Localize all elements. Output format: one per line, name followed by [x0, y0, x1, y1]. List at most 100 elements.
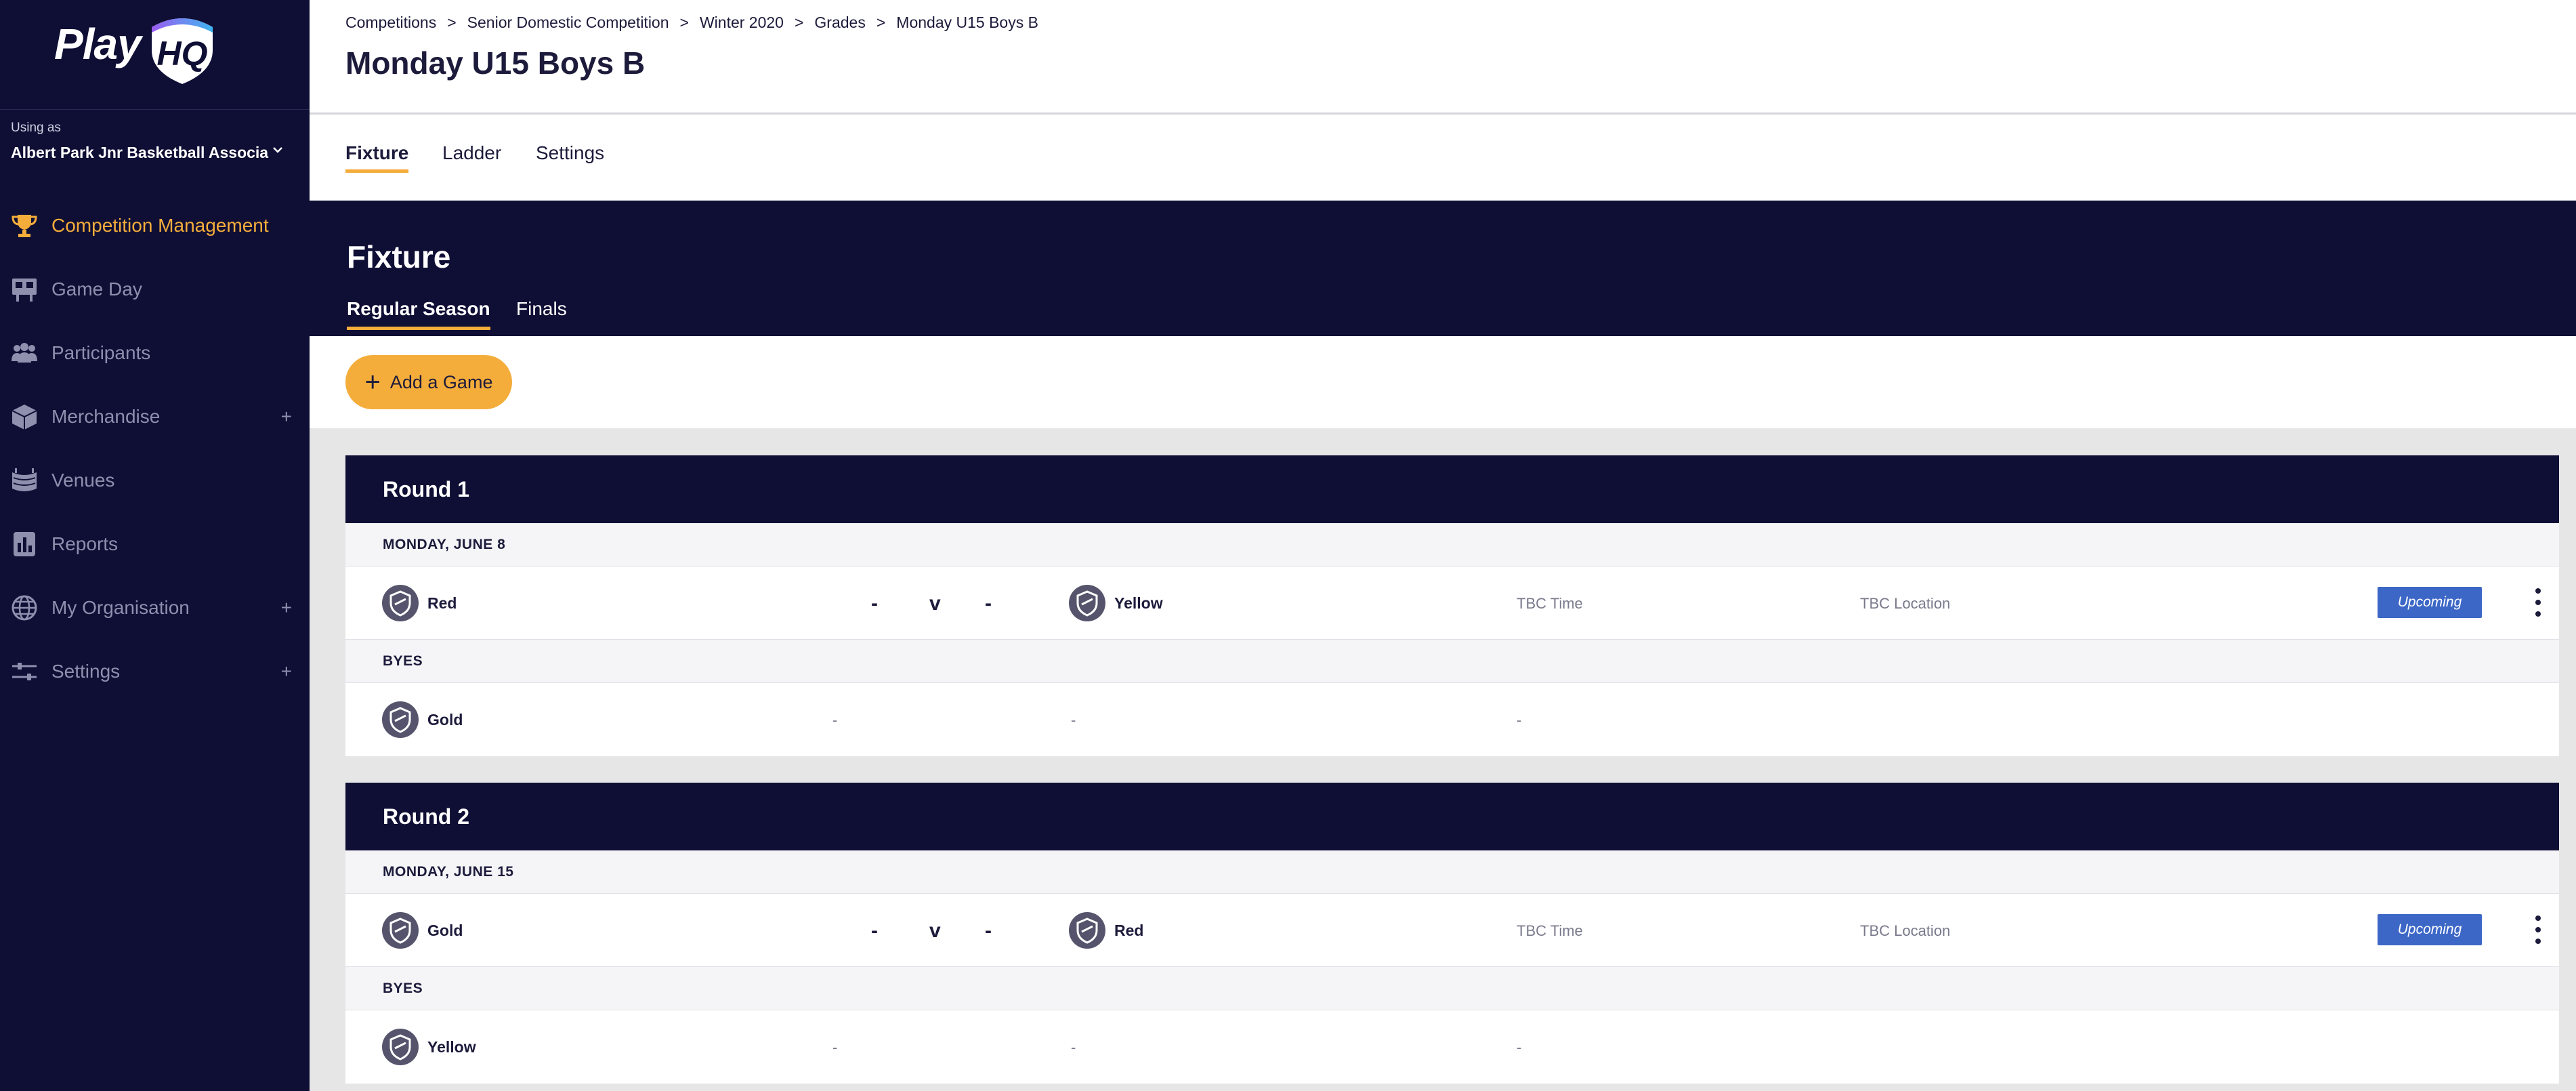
playhq-logo[interactable]: Play HQ	[0, 0, 310, 110]
sidebar-item-venues[interactable]: Venues	[0, 449, 310, 512]
globe-icon	[12, 595, 37, 621]
fixture-header: Fixture Regular Season Finals	[310, 201, 2576, 336]
team-shield-icon	[1069, 585, 1105, 621]
logo-text: Play	[54, 20, 142, 68]
tab-settings[interactable]: Settings	[536, 142, 604, 169]
tab-fixture[interactable]: Fixture	[345, 142, 409, 173]
home-team: Red	[381, 584, 457, 622]
bye-placeholder: -	[1517, 1039, 1522, 1056]
people-icon	[12, 343, 37, 363]
game-location: TBC Location	[1860, 595, 1951, 612]
breadcrumb-link-senior-domestic[interactable]: Senior Domestic Competition	[467, 14, 669, 32]
byes-header: BYES	[345, 640, 2559, 683]
tab-regular-season[interactable]: Regular Season	[347, 298, 490, 330]
round-date: MONDAY, JUNE 8	[345, 523, 2559, 567]
away-team-name: Red	[1114, 921, 1144, 939]
org-switcher[interactable]: Using as Albert Park Jnr Basketball Asso…	[11, 121, 299, 175]
game-time: TBC Time	[1517, 595, 1583, 612]
using-as-caption: Using as	[11, 121, 61, 135]
hq-badge-icon: HQ	[152, 18, 213, 84]
team-shield-icon	[382, 701, 419, 738]
home-team-name: Red	[427, 594, 457, 612]
box-icon	[12, 405, 37, 430]
add-game-label: Add a Game	[389, 371, 493, 392]
versus-label: v	[929, 920, 941, 942]
away-team-name: Yellow	[1114, 594, 1163, 612]
breadcrumb: Competitions > Senior Domestic Competiti…	[345, 14, 1038, 32]
round-title: Round 2	[345, 783, 2559, 850]
sidebar-item-label: Venues	[51, 470, 115, 491]
more-options-icon[interactable]	[2533, 588, 2543, 619]
fixture-toolbar: + Add a Game	[310, 336, 2576, 428]
page-header: Competitions > Senior Domestic Competiti…	[310, 0, 2576, 114]
breadcrumb-separator: >	[447, 14, 457, 31]
sidebar-item-settings[interactable]: Settings +	[0, 640, 310, 703]
away-score: -	[985, 592, 992, 615]
sidebar-item-participants[interactable]: Participants	[0, 321, 310, 385]
home-score: -	[871, 920, 878, 942]
sidebar-nav: Competition Management Game Day Particip…	[0, 194, 310, 703]
bye-placeholder: -	[832, 712, 838, 728]
grade-tabs: Fixture Ladder Settings	[310, 115, 2576, 201]
stadium-icon	[12, 468, 37, 491]
sliders-icon	[12, 663, 37, 680]
reports-icon	[14, 532, 35, 556]
plus-icon: +	[364, 367, 381, 397]
round-date: MONDAY, JUNE 15	[345, 850, 2559, 894]
team-shield-icon	[1069, 912, 1105, 949]
expand-plus-icon[interactable]: +	[281, 597, 292, 619]
svg-text:HQ: HQ	[157, 35, 208, 73]
game-row[interactable]: Gold - v - Red TBC Time TBC Location Upc…	[345, 894, 2559, 967]
sidebar-item-label: Reports	[51, 533, 119, 554]
bye-row: Gold - - -	[345, 683, 2559, 756]
versus-label: v	[929, 592, 941, 615]
sidebar-item-game-day[interactable]: Game Day	[0, 258, 310, 321]
sidebar-item-label: Participants	[51, 342, 151, 363]
breadcrumb-link-grades[interactable]: Grades	[814, 14, 865, 32]
bye-placeholder: -	[1071, 1039, 1076, 1056]
tab-finals[interactable]: Finals	[516, 298, 567, 327]
bye-team: Yellow	[381, 1028, 476, 1066]
sidebar-item-competition-management[interactable]: Competition Management	[0, 194, 310, 258]
scoreboard-icon	[12, 279, 37, 302]
status-badge: Upcoming	[2378, 587, 2482, 618]
byes-header: BYES	[345, 967, 2559, 1010]
game-row[interactable]: Red - v - Yellow TBC Time TBC Location U…	[345, 567, 2559, 640]
bye-team: Gold	[381, 701, 463, 739]
sidebar-item-label: Merchandise	[51, 406, 161, 427]
sidebar-item-label: My Organisation	[51, 597, 190, 618]
bye-placeholder: -	[1071, 712, 1076, 728]
app-root: Play HQ Using as Albert Park Jnr Basketb…	[0, 0, 2576, 1091]
breadcrumb-link-competitions[interactable]: Competitions	[345, 14, 436, 32]
expand-plus-icon[interactable]: +	[281, 406, 292, 428]
sidebar-item-label: Settings	[51, 661, 121, 682]
away-team: Red	[1068, 911, 1143, 949]
game-location: TBC Location	[1860, 922, 1951, 939]
team-shield-icon	[382, 1029, 419, 1065]
away-score: -	[985, 920, 992, 942]
add-game-button[interactable]: + Add a Game	[345, 355, 512, 409]
sidebar-item-my-organisation[interactable]: My Organisation +	[0, 576, 310, 640]
chevron-down-icon	[273, 147, 282, 153]
breadcrumb-separator: >	[679, 14, 689, 31]
home-team-name: Gold	[427, 921, 463, 939]
round-title: Round 1	[345, 455, 2559, 523]
sidebar-item-label: Competition Management	[51, 215, 269, 236]
trophy-icon	[12, 215, 37, 237]
org-name: Albert Park Jnr Basketball Associa	[11, 144, 269, 161]
breadcrumb-link-winter-2020[interactable]: Winter 2020	[700, 14, 784, 32]
bye-placeholder: -	[832, 1039, 838, 1056]
sidebar-item-reports[interactable]: Reports	[0, 512, 310, 576]
expand-plus-icon[interactable]: +	[281, 661, 292, 682]
breadcrumb-current: Monday U15 Boys B	[896, 14, 1038, 31]
bye-team-name: Yellow	[427, 1037, 476, 1056]
main-content: Competitions > Senior Domestic Competiti…	[310, 0, 2576, 1091]
more-options-icon[interactable]	[2533, 915, 2543, 947]
tab-ladder[interactable]: Ladder	[442, 142, 501, 169]
sidebar-item-merchandise[interactable]: Merchandise +	[0, 385, 310, 449]
home-team: Gold	[381, 911, 463, 949]
away-team: Yellow	[1068, 584, 1163, 622]
home-score: -	[871, 592, 878, 615]
fixture-title: Fixture	[347, 239, 451, 274]
round-card: Round 1 MONDAY, JUNE 8 Red - v - Yellow …	[345, 455, 2559, 756]
